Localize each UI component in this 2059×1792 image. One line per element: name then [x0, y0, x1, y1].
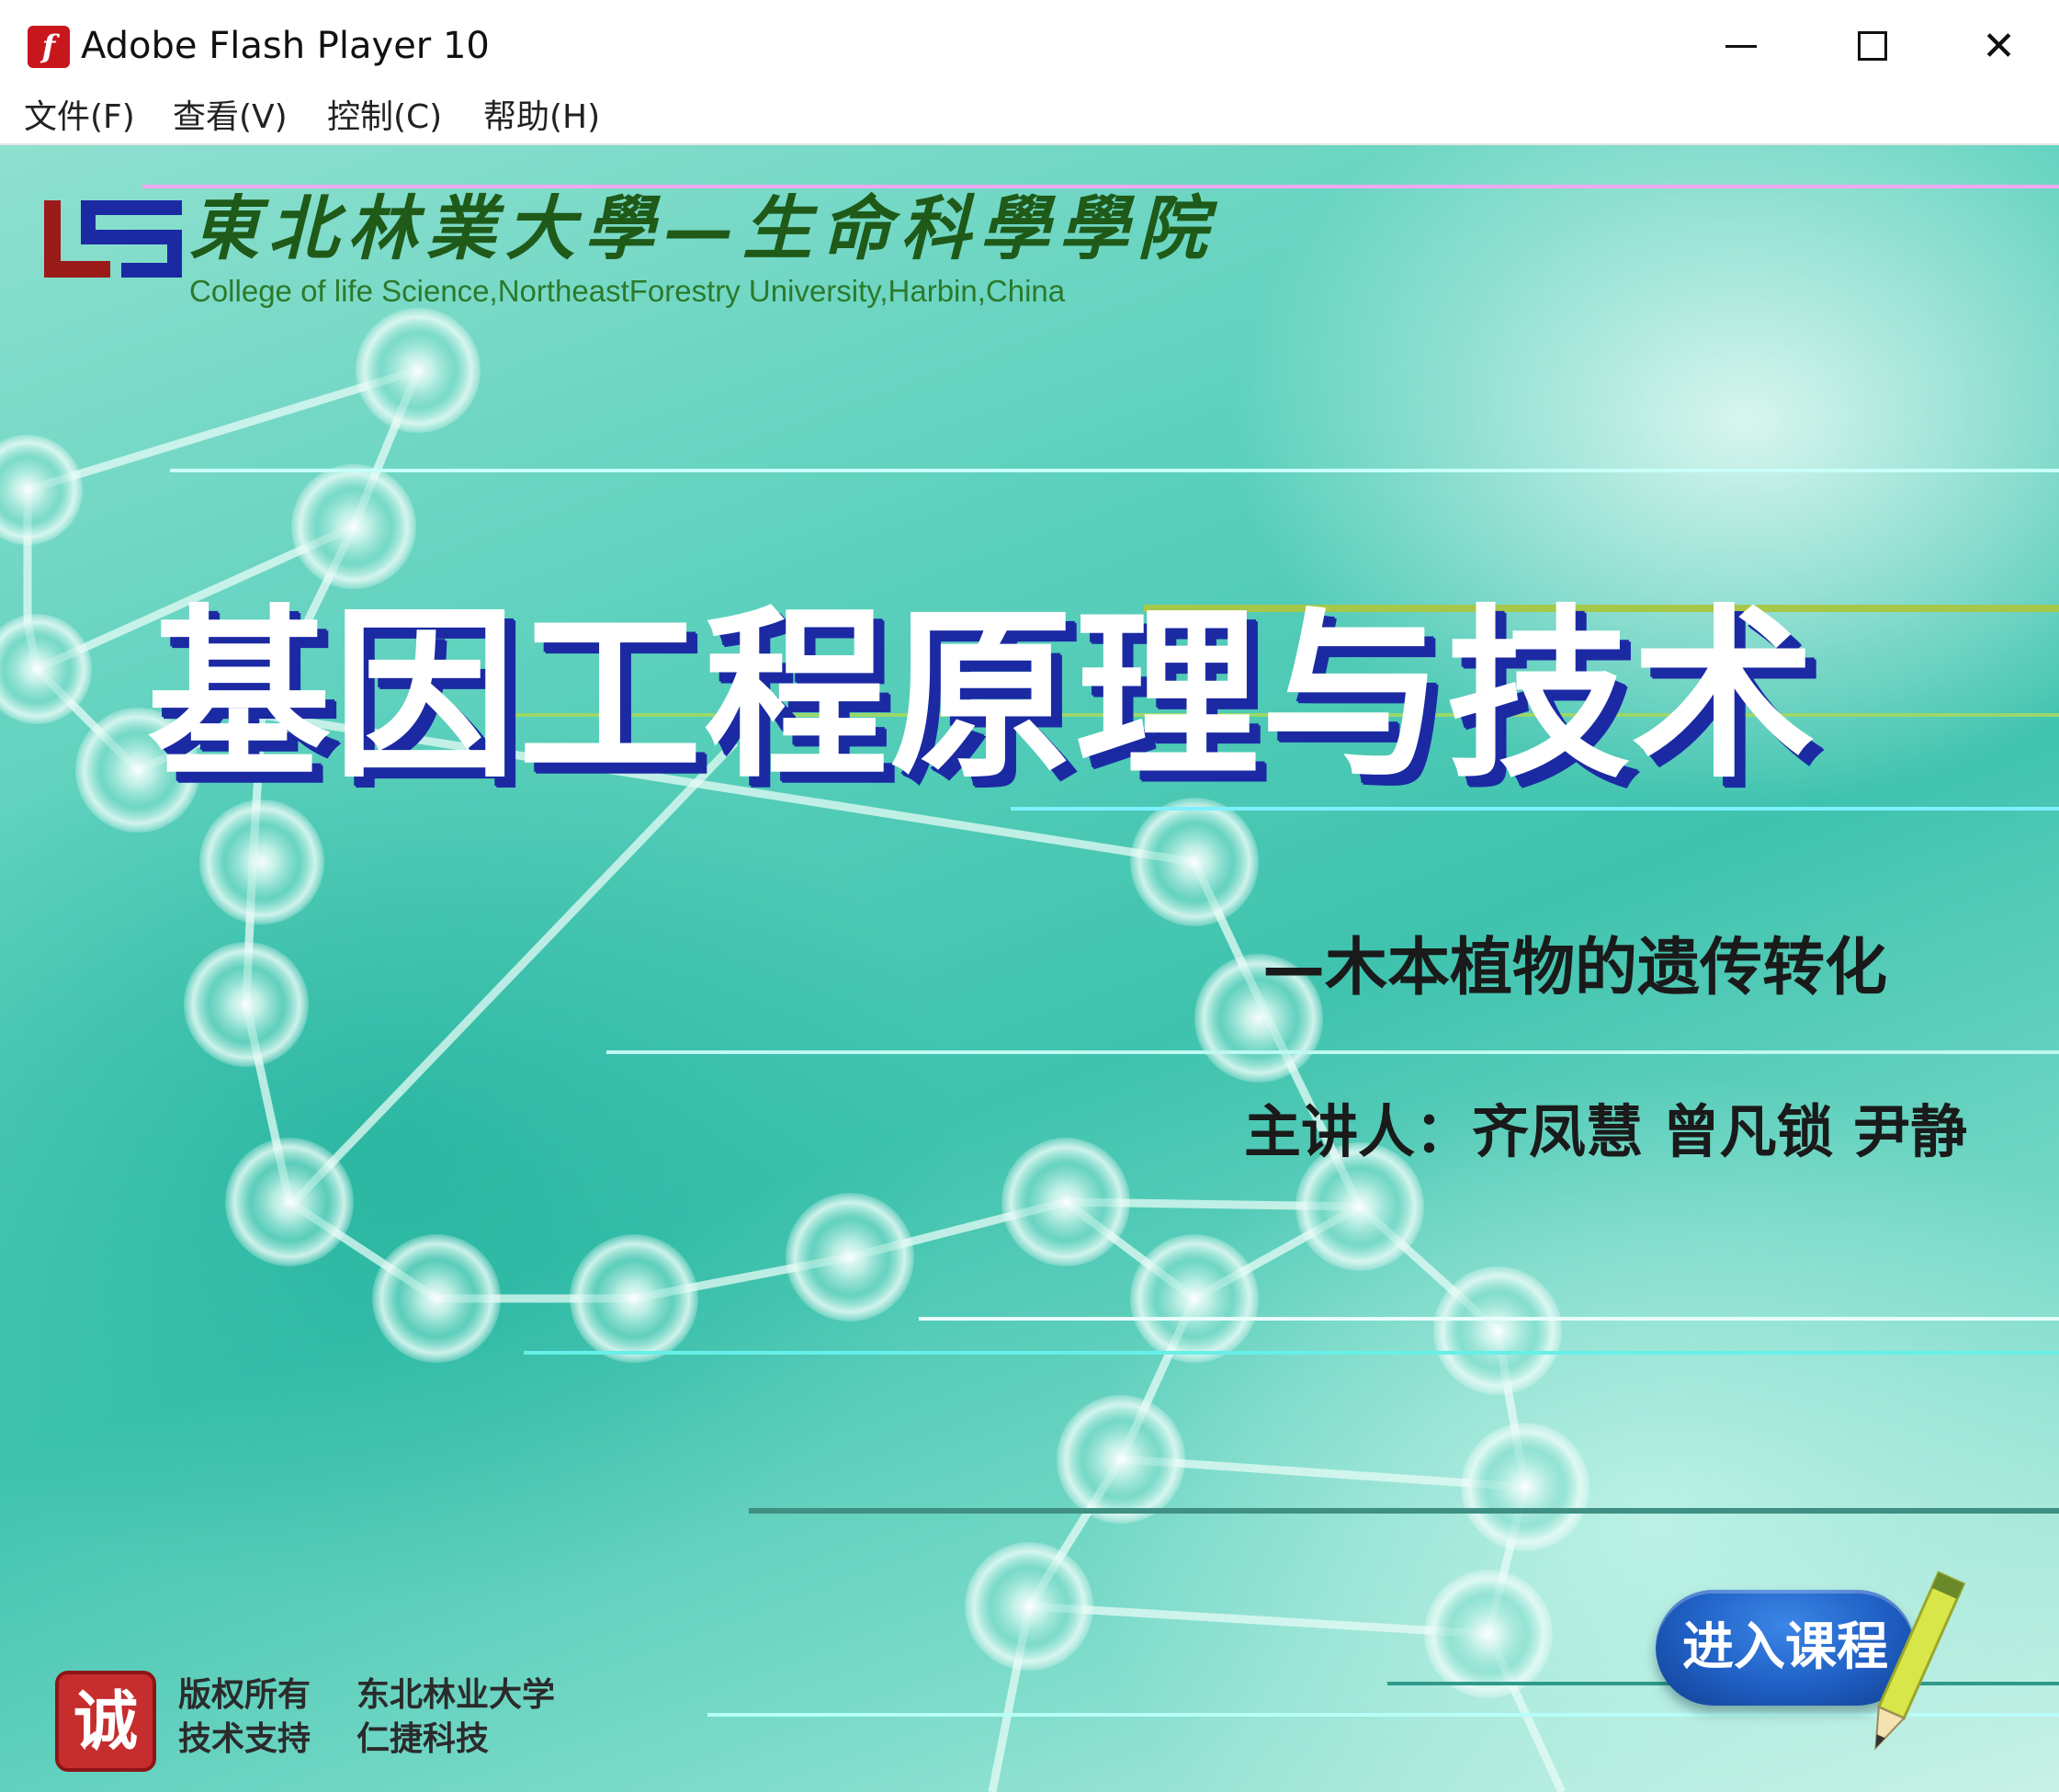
glitch-streak — [919, 1317, 2059, 1321]
glitch-streak — [1011, 807, 2059, 811]
close-button[interactable]: ✕ — [1939, 0, 2059, 92]
glitch-streak — [524, 1351, 2059, 1355]
university-name: 東北林業大學—生命科學學院 — [189, 187, 1216, 269]
menu-file[interactable]: 文件(F) — [24, 92, 135, 143]
university-logo-icon — [44, 200, 182, 278]
menu-bar: 文件(F) 查看(V) 控制(C) 帮助(H) — [0, 92, 2059, 145]
copyright-value: 东北林业大学 — [356, 1676, 556, 1714]
title-bar: f Adobe Flash Player 10 ✕ — [0, 0, 2059, 92]
menu-view[interactable]: 查看(V) — [173, 92, 288, 143]
menu-help[interactable]: 帮助(H) — [483, 92, 600, 143]
window-title: Adobe Flash Player 10 — [81, 25, 490, 67]
flash-stage: 東北林業大學—生命科學學院 College of life Science,No… — [0, 145, 2059, 1792]
support-label: 技术支持 — [178, 1720, 311, 1758]
menu-control[interactable]: 控制(C) — [327, 92, 442, 143]
presenters: 主讲人：齐凤慧 曾凡锁 尹静 — [1244, 1098, 1968, 1165]
minimize-icon — [1725, 44, 1757, 48]
college-english-name: College of life Science,NortheastForestr… — [189, 274, 1066, 308]
maximize-icon — [1858, 31, 1887, 61]
pencil-icon — [1874, 1571, 1966, 1751]
flash-player-icon: f — [28, 26, 70, 68]
seal-glyph: 诚 — [74, 1683, 138, 1759]
close-icon: ✕ — [1982, 22, 2016, 70]
glitch-streak — [749, 1508, 2059, 1514]
course-subtitle: —木本植物的遗传转化 — [1262, 932, 1888, 1004]
copyright-label: 版权所有 — [178, 1676, 311, 1714]
glitch-streak — [170, 469, 2059, 472]
maximize-button[interactable] — [1808, 0, 1937, 92]
course-title: 基因工程原理与技术 — [147, 589, 1818, 803]
seal-icon: 诚 — [55, 1671, 156, 1772]
glitch-streak — [606, 1050, 2059, 1054]
minimize-button[interactable] — [1677, 0, 1805, 92]
support-value: 仁捷科技 — [356, 1720, 490, 1758]
flash-player-icon-glyph: f — [41, 28, 56, 65]
